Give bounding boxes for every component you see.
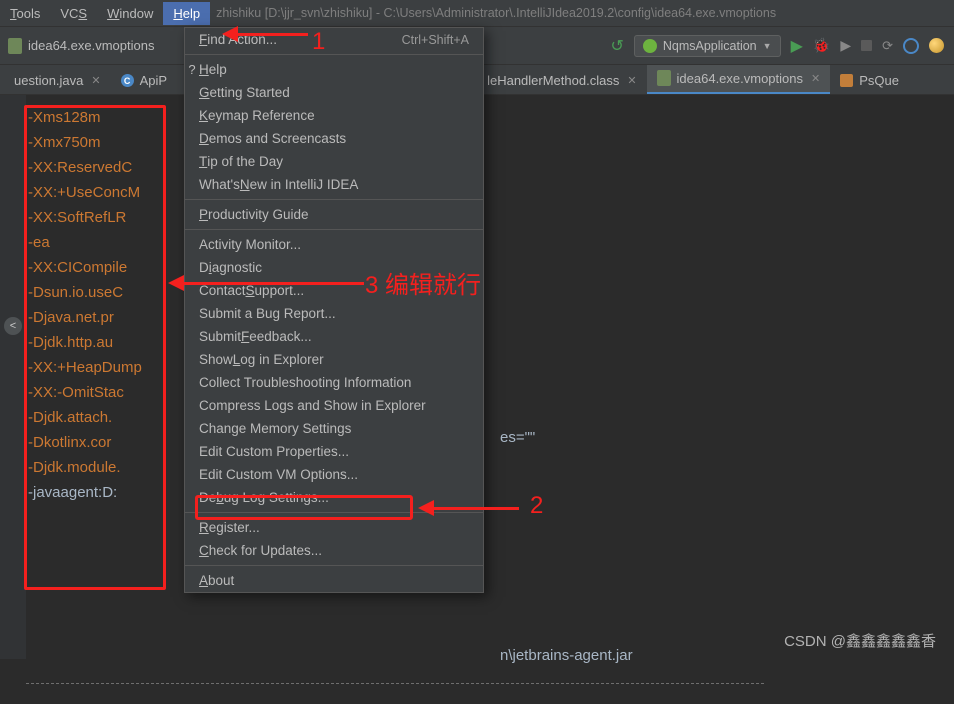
annotation-text-3: 3 编辑就行 [365,265,481,300]
question-icon: ? [185,62,199,77]
title-path: zhishiku [D:\jjr_svn\zhishiku] - C:\User… [216,6,776,20]
show-log-item[interactable]: Show Log in Explorer [185,348,483,371]
watermark: CSDN @鑫鑫鑫鑫鑫香 [784,630,936,651]
sync-icon[interactable]: ↺ [610,36,623,56]
troubleshoot-item[interactable]: Collect Troubleshooting Information [185,371,483,394]
menu-vcs[interactable]: VCS [50,2,97,25]
close-icon[interactable]: ✕ [91,74,100,87]
run-button[interactable]: ▶ [791,36,803,56]
help-item[interactable]: ?Help [185,58,483,81]
demos-item[interactable]: Demos and Screencasts [185,127,483,150]
getting-started-item[interactable]: Getting Started [185,81,483,104]
tip-item[interactable]: Tip of the Day [185,150,483,173]
close-icon[interactable]: ✕ [627,74,636,87]
file-icon [657,70,671,86]
annotation-text-2: 2 [530,492,543,520]
class-icon: C [121,74,134,87]
tab-handler-method[interactable]: leHandlerMethod.class ✕ [477,67,646,94]
menubar: Tools VCS Window Help zhishiku [D:\jjr_s… [0,0,954,27]
whatsnew-item[interactable]: What's New in IntelliJ IDEA [185,173,483,196]
breadcrumb-file: idea64.exe.vmoptions [28,38,154,53]
divider-line [26,683,764,684]
annotation-text-1: 1 [312,28,325,56]
tab-vmoptions[interactable]: idea64.exe.vmoptions ✕ [647,65,831,94]
run-config-selector[interactable]: NqmsApplication ▼ [634,35,781,57]
git-update-icon[interactable]: ⟳ [882,38,893,54]
edit-vm-options-item[interactable]: Edit Custom VM Options... [185,463,483,486]
menu-window[interactable]: Window [97,2,163,25]
menu-tools[interactable]: Tools [0,2,50,25]
edit-properties-item[interactable]: Edit Custom Properties... [185,440,483,463]
stop-button[interactable] [861,40,872,51]
productivity-item[interactable]: Productivity Guide [185,203,483,226]
help-dropdown: Find Action...Ctrl+Shift+A ?Help Getting… [184,27,484,593]
submit-bug-item[interactable]: Submit a Bug Report... [185,302,483,325]
file-icon [8,38,22,54]
activity-monitor-item[interactable]: Activity Monitor... [185,233,483,256]
close-icon[interactable]: ✕ [811,72,820,85]
menu-help[interactable]: Help [163,2,210,25]
keymap-item[interactable]: Keymap Reference [185,104,483,127]
chevron-down-icon: ▼ [763,41,772,51]
tab-question-java[interactable]: uestion.java ✕ [4,67,111,94]
compress-logs-item[interactable]: Compress Logs and Show in Explorer [185,394,483,417]
about-item[interactable]: About [185,569,483,592]
code-content: -Xms128m-Xmx750m-XX:ReservedC -XX:+UseCo… [28,105,142,505]
breadcrumb[interactable]: idea64.exe.vmoptions [0,38,154,54]
chevron-left-icon[interactable]: < [4,317,22,335]
code-content-right: es="" n\jetbrains-agent.jar [500,395,633,698]
ide-help-icon[interactable] [929,38,944,53]
submit-feedback-item[interactable]: Submit Feedback... [185,325,483,348]
debug-button[interactable]: 🐞 [813,37,830,54]
tab-psque[interactable]: PsQue [830,67,909,94]
coverage-button[interactable]: ▶ [840,37,851,54]
run-config-name: NqmsApplication [663,39,757,53]
find-action-item[interactable]: Find Action...Ctrl+Shift+A [185,28,483,51]
html-icon [840,74,853,87]
tab-api[interactable]: C ApiP [111,67,177,94]
spring-icon [643,39,657,53]
register-item[interactable]: Register... [185,516,483,539]
memory-settings-item[interactable]: Change Memory Settings [185,417,483,440]
search-everywhere-icon[interactable] [903,38,919,54]
check-updates-item[interactable]: Check for Updates... [185,539,483,562]
debug-log-item[interactable]: Debug Log Settings... [185,486,483,509]
gutter [0,95,26,659]
